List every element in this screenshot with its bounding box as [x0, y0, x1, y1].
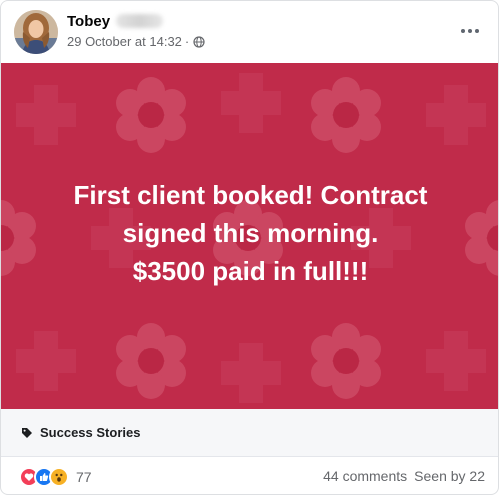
post-text-line: signed this morning.: [122, 218, 379, 248]
avatar[interactable]: [14, 10, 58, 54]
post-text: First client booked! Contract signed thi…: [1, 176, 498, 290]
reactions-summary[interactable]: 77: [19, 467, 92, 487]
post-text-line: $3500 paid in full!!!: [132, 256, 369, 286]
meta-separator: ·: [184, 34, 190, 49]
post-footer: 77 44 comments Seen by 22: [1, 457, 498, 494]
post-text-line: First client booked! Contract: [73, 180, 428, 210]
reaction-count: 77: [76, 469, 92, 485]
more-dot: [475, 29, 479, 33]
more-options-button[interactable]: [456, 17, 484, 45]
topic-tag-row: Success Stories: [1, 409, 498, 457]
redacted-surname: [116, 14, 164, 28]
author-name[interactable]: Tobey: [67, 13, 110, 30]
post-media[interactable]: First client booked! Contract signed thi…: [1, 63, 498, 409]
more-horizontal-icon: [461, 29, 465, 33]
post-timestamp[interactable]: 29 October at 14:32: [67, 34, 182, 49]
comments-count-link[interactable]: 44 comments: [323, 468, 407, 484]
seen-by-link[interactable]: Seen by 22: [414, 468, 485, 484]
post-header: Tobey 29 October at 14:32 ·: [1, 1, 498, 63]
more-dot: [468, 29, 472, 33]
globe-icon[interactable]: [193, 35, 205, 48]
post-meta: 29 October at 14:32 ·: [67, 34, 205, 49]
post-stats: 44 comments Seen by 22: [323, 468, 485, 484]
avatar-photo: [14, 10, 58, 54]
wow-reaction-icon: [49, 467, 69, 487]
tag-icon: [22, 427, 32, 438]
topic-tag-label[interactable]: Success Stories: [40, 425, 140, 440]
post-card: Tobey 29 October at 14:32 · First client…: [0, 0, 499, 495]
